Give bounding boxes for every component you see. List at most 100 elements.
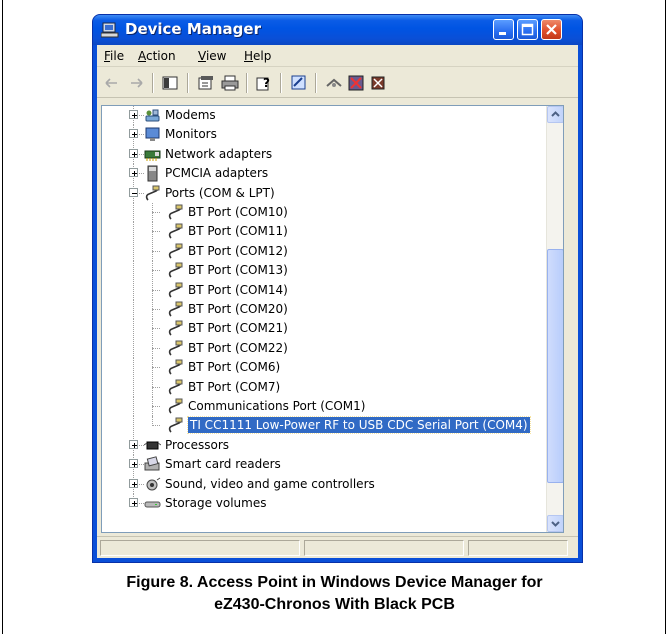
tree-item-label: Processors [165, 437, 230, 452]
plus-icon [132, 113, 137, 118]
tree-device[interactable]: BT Port (COM14) [102, 280, 547, 300]
tree-device[interactable]: TI CC1111 Low-Power RF to USB CDC Serial… [102, 416, 547, 436]
tree-item-label: Modems [165, 108, 216, 122]
maximize-button[interactable] [517, 19, 538, 40]
figure-frame-right [665, 0, 666, 634]
menu-view[interactable]: View [198, 49, 226, 63]
minimize-button[interactable] [493, 19, 514, 40]
tree-connector [152, 309, 160, 310]
tree-device[interactable]: BT Port (COM6) [102, 358, 547, 378]
figure-frame-left [2, 0, 3, 634]
disable-device-icon[interactable] [347, 74, 365, 92]
plus-icon [132, 171, 137, 177]
tree-item-label: PCMCIA adapters [165, 166, 269, 181]
tree-category[interactable]: Ports (COM & LPT) [102, 183, 547, 203]
expand-button[interactable] [129, 498, 138, 507]
vertical-scrollbar[interactable] [546, 106, 563, 532]
pcmcia-icon [144, 165, 161, 182]
tree-device[interactable]: BT Port (COM7) [102, 377, 547, 397]
plus-icon [132, 442, 137, 448]
toolbar-separator [246, 73, 248, 93]
scroll-up-button[interactable] [547, 106, 563, 123]
title-bar[interactable]: Device Manager [93, 15, 582, 45]
tree-device[interactable]: BT Port (COM11) [102, 222, 547, 242]
toolbar-separator [315, 73, 317, 93]
status-panel-1 [100, 540, 300, 556]
uninstall-device-icon[interactable] [369, 74, 387, 92]
tree-item-label: BT Port (COM10) [188, 205, 288, 219]
minus-icon [132, 192, 137, 194]
plus-icon [132, 481, 137, 487]
collapse-button[interactable] [129, 187, 138, 197]
tree-category[interactable]: Modems [102, 106, 547, 125]
tree-connector [152, 289, 160, 291]
expand-button[interactable] [129, 110, 138, 119]
tree-connector [133, 397, 134, 416]
port-icon [167, 417, 184, 434]
back-arrow-icon[interactable] [103, 74, 121, 92]
expand-button[interactable] [129, 478, 138, 488]
port-icon [144, 185, 161, 202]
tree-connector [152, 270, 160, 272]
expand-button[interactable] [129, 439, 138, 449]
scroll-thumb[interactable] [547, 249, 563, 483]
port-icon [167, 204, 184, 221]
expand-button[interactable] [129, 129, 138, 139]
svg-text:?: ? [263, 76, 270, 90]
tree-item-label: BT Port (COM13) [188, 263, 288, 278]
tree-item-label: BT Port (COM12) [188, 243, 288, 258]
processor-icon [143, 437, 162, 454]
expand-button[interactable] [129, 148, 138, 158]
properties-icon[interactable] [197, 74, 215, 92]
help-icon[interactable]: ? [255, 74, 273, 92]
tree-category[interactable]: Network adapters [102, 144, 547, 164]
expand-button[interactable] [129, 168, 138, 178]
scan-hardware-icon[interactable] [290, 74, 308, 92]
minimize-icon [499, 32, 506, 35]
tree-connector [133, 241, 134, 261]
tree-connector [152, 367, 160, 369]
tree-item-label: BT Port (COM22) [188, 340, 288, 355]
tree-category[interactable]: Smart card readers [102, 455, 547, 475]
port-icon [167, 340, 184, 357]
show-hide-console-tree-icon[interactable] [161, 74, 179, 92]
tree-category[interactable]: Monitors [102, 125, 547, 145]
tree-device[interactable]: BT Port (COM20) [102, 300, 547, 319]
print-icon[interactable] [221, 74, 239, 92]
menu-action[interactable]: Action [138, 49, 176, 63]
window-title: Device Manager [125, 20, 261, 38]
tree-device[interactable]: BT Port (COM13) [102, 261, 547, 281]
device-manager-icon [101, 22, 119, 38]
close-button[interactable] [541, 19, 562, 40]
tree-category[interactable]: Sound, video and game controllers [102, 474, 547, 494]
chevron-down-icon [551, 521, 560, 527]
menu-file[interactable]: File [104, 49, 124, 63]
tree-item-label: Ports (COM & LPT) [165, 185, 275, 200]
tree-device[interactable]: BT Port (COM21) [102, 319, 547, 339]
tree-item-label: BT Port (COM6) [188, 360, 281, 375]
tree-connector [133, 261, 134, 281]
expand-button[interactable] [129, 459, 138, 469]
window-client-area: File Action View Help ? Storage volumes S… [97, 45, 578, 558]
plus-icon [132, 132, 137, 138]
device-tree[interactable]: Storage volumes Sound, video and game con… [101, 105, 564, 533]
tree-category[interactable]: Storage volumes [102, 494, 547, 513]
maximize-icon [521, 23, 534, 36]
tree-device[interactable]: BT Port (COM12) [102, 241, 547, 261]
forward-arrow-icon[interactable] [127, 74, 145, 92]
port-icon [167, 379, 184, 396]
tree-device[interactable]: BT Port (COM22) [102, 338, 547, 358]
tree-category[interactable]: PCMCIA adapters [102, 164, 547, 184]
monitor-icon [144, 126, 161, 143]
update-driver-icon[interactable] [325, 74, 343, 92]
menu-help[interactable]: Help [244, 49, 271, 63]
tree-device[interactable]: BT Port (COM10) [102, 203, 547, 222]
tree-item-label: Network adapters [165, 146, 273, 161]
tree-connector [133, 300, 134, 319]
tree-category[interactable]: Processors [102, 435, 547, 455]
scroll-down-button[interactable] [547, 515, 563, 532]
tree-device[interactable]: Communications Port (COM1) [102, 397, 547, 416]
status-panel-2 [304, 540, 464, 556]
plus-icon [132, 501, 137, 506]
device-manager-window: Device Manager File Action View Help ? S… [92, 14, 583, 563]
